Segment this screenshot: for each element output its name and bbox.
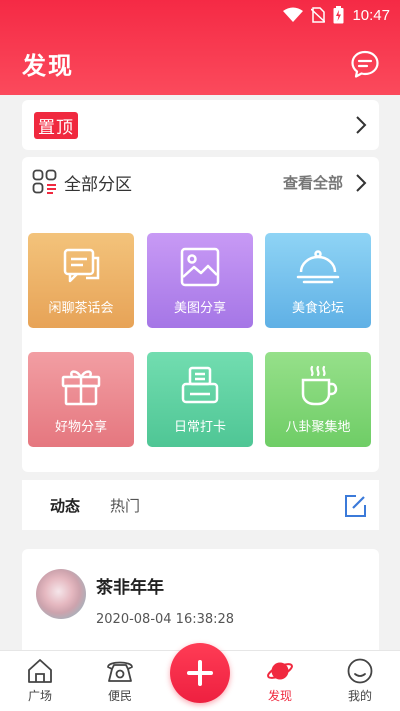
coffee-cup-icon: [301, 365, 338, 406]
nav-label: 发现: [267, 689, 292, 703]
category-tile-gossip[interactable]: 八卦聚集地: [265, 352, 371, 447]
nav-label: 便民: [107, 689, 132, 703]
category-header: 全部分区: [32, 169, 132, 195]
wifi-icon: [283, 7, 304, 22]
status-bar: 10:47: [283, 6, 390, 24]
user-smile-icon: [347, 658, 373, 684]
category-tile-label: 美食论坛: [291, 301, 344, 316]
page-title: 发现: [22, 52, 74, 80]
category-tile-label: 日常打卡: [173, 420, 226, 435]
category-tile-goods[interactable]: 好物分享: [28, 352, 134, 447]
category-card: 全部分区 查看全部 闲聊茶话会 美图分享 美食论坛 好物分享 日常打卡 八卦聚集…: [22, 157, 379, 472]
category-tile-photos[interactable]: 美图分享: [147, 233, 253, 328]
nav-label: 我的: [347, 689, 372, 703]
food-cloche-icon: [296, 250, 340, 284]
edit-icon[interactable]: [343, 494, 367, 518]
gift-icon: [61, 370, 101, 406]
message-icon[interactable]: [350, 49, 380, 79]
tab-hot[interactable]: 热门: [110, 495, 140, 516]
nav-item-square[interactable]: 广场: [10, 651, 70, 711]
category-tile-checkin[interactable]: 日常打卡: [147, 352, 253, 447]
check-in-icon: [181, 366, 219, 404]
nav-item-services[interactable]: 便民: [90, 651, 150, 711]
tab-dynamic[interactable]: 动态: [50, 495, 80, 516]
create-post-button[interactable]: [170, 643, 230, 703]
home-icon: [28, 659, 52, 683]
post-timestamp: 2020-08-04 16:38:28: [96, 612, 235, 627]
category-tile-label: 好物分享: [54, 420, 107, 435]
chat-bubbles-icon: [63, 248, 100, 283]
plus-icon: [187, 660, 213, 686]
category-tile-label: 八卦聚集地: [285, 420, 351, 435]
no-sim-icon: [311, 7, 326, 23]
category-tile-food[interactable]: 美食论坛: [265, 233, 371, 328]
grid-icon: [32, 169, 57, 194]
category-tile-chat[interactable]: 闲聊茶话会: [28, 233, 134, 328]
view-all-label: 查看全部: [282, 174, 343, 192]
planet-icon: [267, 662, 293, 680]
chevron-right-icon: [356, 173, 367, 192]
telephone-icon: [107, 661, 133, 682]
category-title: 全部分区: [64, 174, 132, 195]
app-header: 10:47 发现: [0, 0, 400, 95]
feed-tabs: 动态 热门: [22, 480, 379, 530]
nav-label: 广场: [27, 689, 52, 703]
avatar[interactable]: [36, 569, 86, 619]
nav-item-profile[interactable]: 我的: [330, 651, 390, 711]
pinned-badge: 置顶: [34, 111, 78, 139]
category-tile-label: 闲聊茶话会: [48, 301, 114, 316]
chevron-right-icon: [356, 116, 367, 134]
nav-item-discover[interactable]: 发现: [250, 651, 310, 711]
post-username[interactable]: 茶非年年: [96, 573, 164, 598]
battery-charging-icon: [333, 6, 344, 24]
view-all-link[interactable]: 查看全部: [283, 172, 367, 193]
pinned-banner[interactable]: 置顶: [22, 100, 379, 150]
image-icon: [180, 247, 220, 287]
category-tile-label: 美图分享: [173, 301, 226, 316]
status-time: 10:47: [352, 6, 390, 24]
